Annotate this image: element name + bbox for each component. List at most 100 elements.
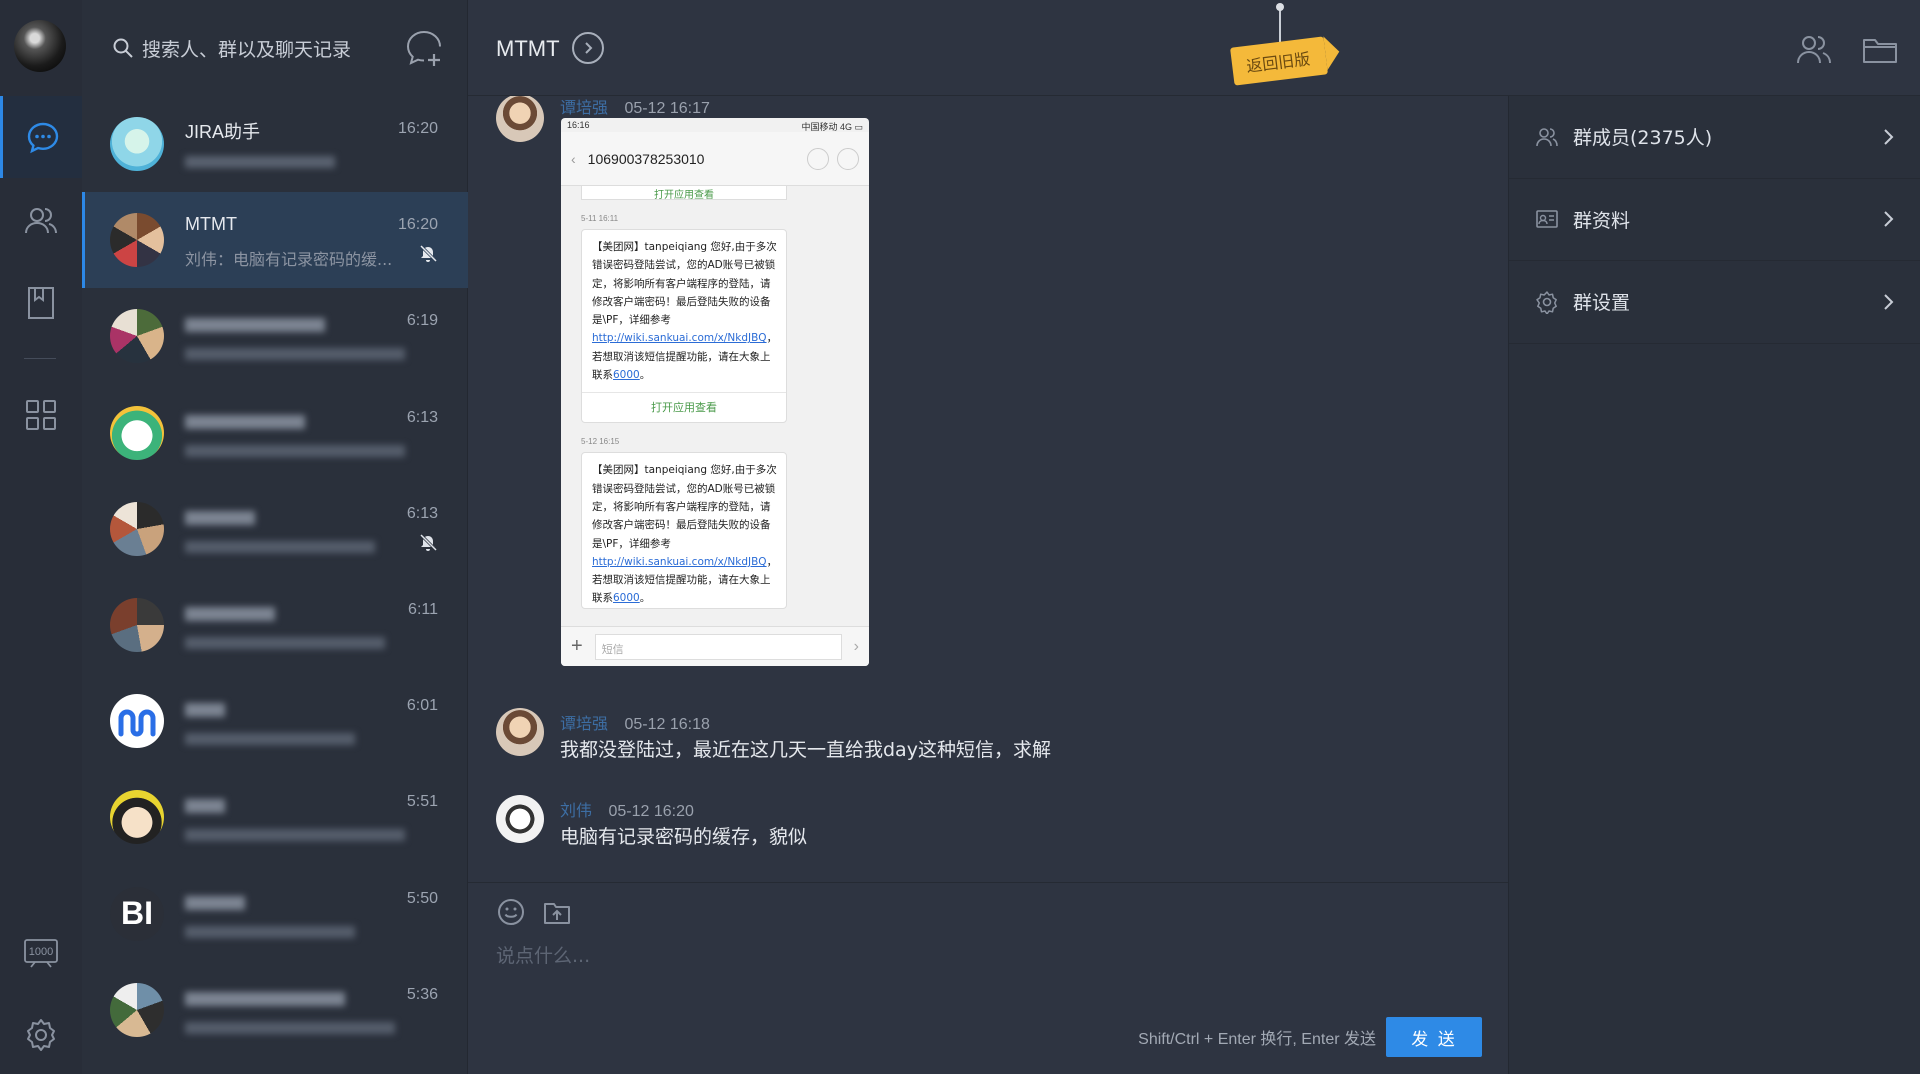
conversation-item[interactable]: 6:19	[82, 288, 468, 384]
return-legacy-button[interactable]: 返回旧版	[1230, 36, 1328, 86]
group-profile-row[interactable]: 群资料	[1509, 179, 1920, 261]
send-button[interactable]: 发 送	[1386, 1017, 1482, 1057]
group-avatar	[110, 982, 164, 1037]
jira-assistant-avatar	[110, 117, 164, 171]
sms-date: 5-12 16:15	[581, 437, 620, 447]
conversation-item[interactable]: 6:13	[82, 385, 468, 481]
conversation-name	[185, 703, 225, 718]
group-settings-row[interactable]: 群设置	[1509, 261, 1920, 344]
sender-avatar[interactable]	[496, 708, 544, 756]
conversation-item[interactable]: 6:01	[82, 673, 468, 769]
conversation-time: 5:36	[406, 985, 438, 1003]
conversation-preview	[185, 540, 375, 553]
chat-title[interactable]: MTMT	[496, 36, 560, 62]
message-time: 05-12 16:17	[624, 100, 710, 117]
search-box[interactable]: 搜索人、群以及聊天记录	[112, 24, 412, 72]
message-input[interactable]: 说点什么...	[496, 941, 590, 968]
chat-details-button[interactable]	[572, 32, 604, 64]
message-composer: 说点什么... Shift/Ctrl + Enter 换行, Enter 发送 …	[468, 882, 1508, 1074]
group-members-row[interactable]: 群成员(2375人)	[1509, 96, 1920, 179]
group-avatar	[110, 501, 164, 556]
conversation-time: 16:20	[397, 120, 438, 137]
apps-icon	[26, 400, 56, 430]
chat-header: MTMT 返回旧版	[468, 0, 1920, 96]
conversation-preview	[185, 156, 335, 168]
search-icon	[113, 38, 133, 58]
conversation-name	[185, 510, 255, 525]
emoji-icon[interactable]	[496, 897, 526, 927]
message-text: 我都没登陆过，最近在这几天一直给我day这种短信，求解	[560, 739, 1051, 761]
settings-tab[interactable]	[0, 994, 82, 1074]
message-meta: 刘伟 05-12 16:20	[560, 797, 694, 821]
profile-card-icon	[1536, 210, 1558, 229]
sender-name[interactable]: 谭培强	[560, 100, 608, 117]
sender-avatar[interactable]	[496, 795, 544, 843]
new-chat-icon[interactable]	[404, 28, 444, 68]
conversation-item-mtmt[interactable]: MTMT 16:20 刘伟：电脑有记录密码的缓...	[82, 192, 468, 289]
message-meta: 谭培强 05-12 16:17	[560, 96, 710, 118]
conversation-item[interactable]: 6:11	[82, 577, 468, 673]
bi-logo-avatar: BI	[110, 886, 164, 941]
message-meta: 谭培强 05-12 16:18	[560, 710, 710, 734]
conversation-name	[185, 606, 275, 621]
phone-call-icon	[807, 147, 829, 170]
contacts-tab[interactable]	[0, 180, 82, 262]
m-logo-icon	[118, 709, 156, 737]
conversation-preview	[185, 733, 355, 746]
conversation-item[interactable]: JIRA助手 16:20	[82, 96, 468, 192]
sender-avatar[interactable]	[496, 96, 544, 142]
conversation-item[interactable]: 5:51	[82, 769, 468, 865]
conversation-preview	[185, 444, 405, 457]
sender-name[interactable]: 刘伟	[560, 803, 592, 820]
conversation-time: 6:11	[408, 600, 438, 618]
sms-bubble: 【美团网】tanpeiqiang 您好,由于多次错误密码登陆尝试，您的AD账号已…	[581, 229, 787, 424]
user-avatar[interactable]	[14, 20, 66, 72]
conversation-time: 5:50	[406, 889, 438, 907]
phone-input-bar: + 短信 ›	[561, 626, 869, 666]
sms-input-field: 短信	[594, 633, 842, 660]
sms-sender-number: 106900378253010	[587, 150, 705, 167]
panel-row-label: 群资料	[1573, 209, 1631, 232]
conversation-preview	[185, 348, 405, 361]
conversation-name	[185, 318, 325, 333]
group-members-icon[interactable]	[1794, 30, 1834, 70]
sms-link: http://wiki.sankuai.com/x/NkdJBQ	[592, 332, 767, 345]
phone-status-bar: 16:16 中国移动 4G ▭	[561, 118, 869, 132]
conversation-preview: 刘伟：电脑有记录密码的缓...	[185, 250, 393, 270]
conversation-name	[185, 991, 345, 1006]
group-avatar	[110, 597, 164, 652]
chat-tab[interactable]	[0, 96, 82, 178]
sms-bubble: 【美团网】tanpeiqiang 您好,由于多次错误密码登陆尝试，您的AD账号已…	[581, 452, 787, 609]
sender-name[interactable]: 谭培强	[560, 716, 608, 733]
rail-divider	[24, 358, 56, 359]
send-arrow-icon: ›	[853, 637, 859, 655]
folder-icon[interactable]	[1860, 30, 1900, 70]
conversation-item[interactable]: BI 5:50	[82, 866, 468, 962]
conversation-preview	[185, 829, 405, 842]
conversation-name: JIRA助手	[185, 122, 261, 142]
sms-link: http://wiki.sankuai.com/x/NkdJBQ	[592, 555, 767, 568]
document-icon	[28, 287, 54, 319]
conversation-item[interactable]: 6:13	[82, 481, 468, 577]
document-tab[interactable]	[0, 262, 82, 344]
chevron-right-icon	[1884, 211, 1894, 227]
conversation-name	[185, 414, 305, 429]
sms-contact-link: 6000	[613, 369, 640, 382]
message-time: 05-12 16:20	[608, 803, 694, 820]
conversation-preview	[185, 636, 385, 649]
calendar-tab[interactable]: 1000	[0, 912, 82, 994]
apps-tab[interactable]	[0, 374, 82, 456]
sms-screenshot-image[interactable]: 16:16 中国移动 4G ▭ ‹ 106900378253010 打开应用查看…	[561, 118, 869, 666]
conversation-time: 5:51	[406, 793, 438, 811]
chat-icon	[27, 122, 58, 154]
group-avatar	[110, 213, 164, 268]
contact-icon	[837, 147, 859, 170]
upload-file-icon[interactable]	[542, 897, 572, 927]
search-placeholder[interactable]: 搜索人、群以及聊天记录	[142, 35, 351, 62]
contacts-icon	[25, 208, 57, 234]
conversation-time: 16:20	[397, 216, 438, 234]
conversation-item[interactable]: 5:36	[82, 962, 468, 1058]
group-avatar	[110, 309, 164, 364]
chevron-right-icon	[1884, 129, 1894, 145]
conversation-preview	[185, 925, 355, 938]
